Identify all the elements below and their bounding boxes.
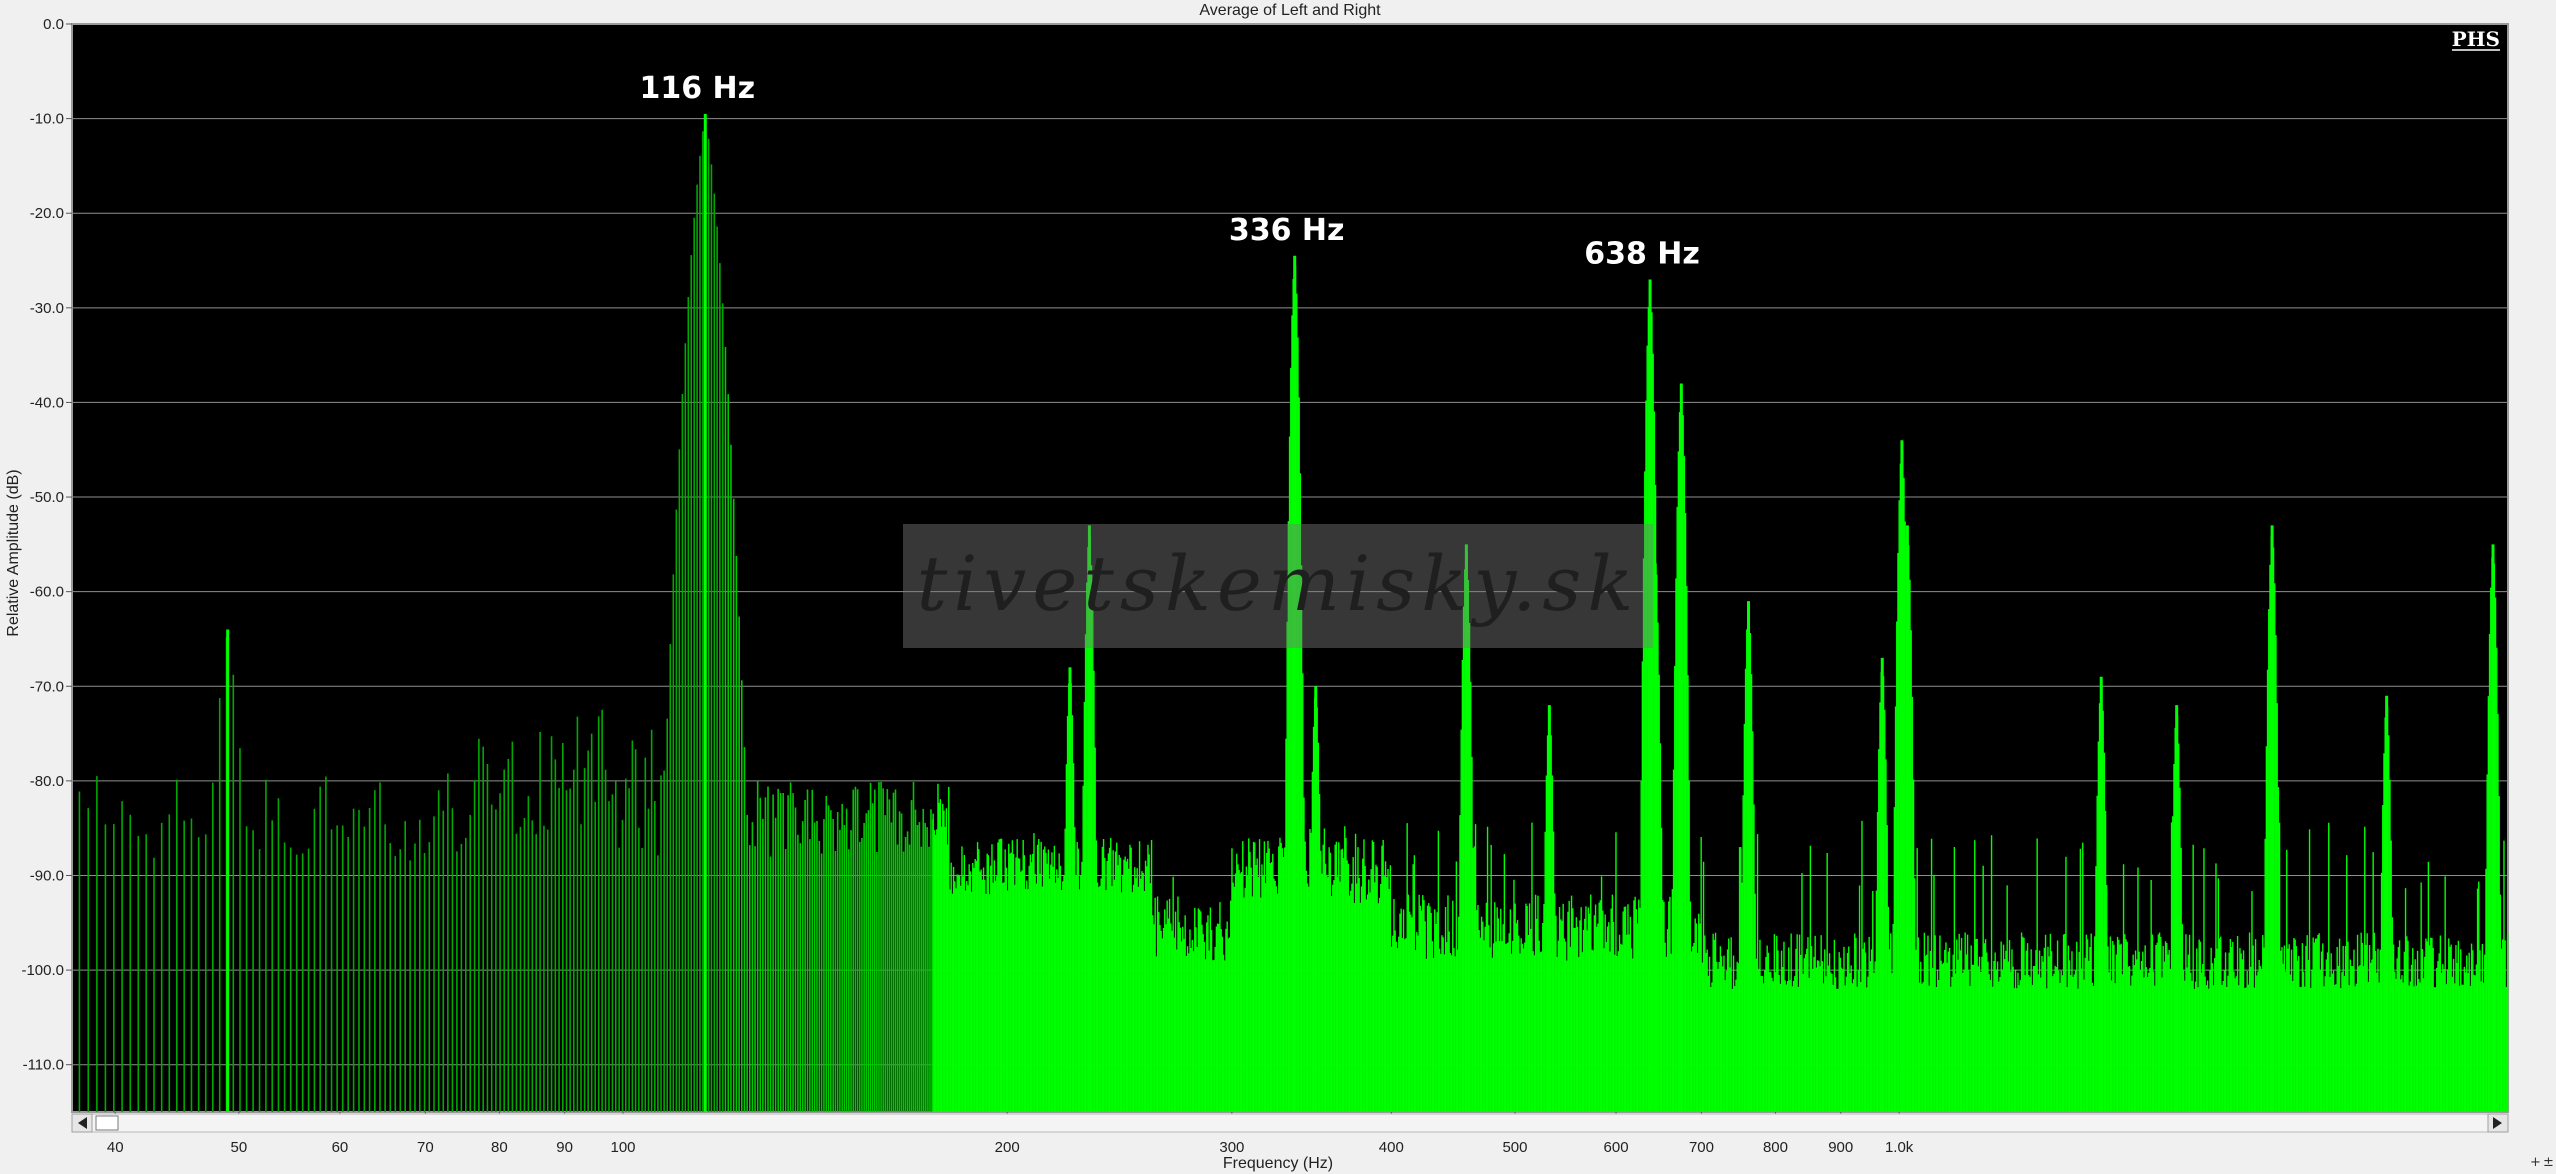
x-tick-label: 300	[1219, 1139, 1244, 1156]
y-tick-label: -60.0	[30, 584, 64, 601]
spectrum-chart: Average of Left and Right 0.0 -10.0 -20.0 -…	[5, 2, 2554, 1172]
y-axis-label: Relative Amplitude (dB)	[5, 469, 22, 636]
x-tick-label: 600	[1604, 1139, 1629, 1156]
y-tick-label: -90.0	[30, 867, 64, 884]
watermark: tivetskemisky.sk	[903, 524, 1653, 648]
x-tick-label: 50	[231, 1139, 248, 1156]
x-tick-label: 60	[332, 1139, 349, 1156]
x-tick-label: 500	[1502, 1139, 1527, 1156]
phs-logo: PHS	[2452, 27, 2500, 51]
svg-text:tivetskemisky.sk: tivetskemisky.sk	[917, 539, 1640, 628]
peak-annotation-label: 116 Hz	[639, 71, 755, 106]
scroll-right-button[interactable]	[2487, 1113, 2509, 1133]
scroll-thumb[interactable]	[95, 1115, 119, 1131]
chart-title: Average of Left and Right	[1199, 2, 1381, 19]
zoom-icons[interactable]: + ±	[2530, 1155, 2554, 1170]
x-tick-label: 900	[1828, 1139, 1853, 1156]
y-tick-label: -30.0	[30, 300, 64, 317]
peak-annotation-label: 638 Hz	[1584, 236, 1700, 271]
y-tick-label: -70.0	[30, 678, 64, 695]
x-tick-label: 200	[995, 1139, 1020, 1156]
y-tick-label: -40.0	[30, 394, 64, 411]
y-tick-label: -50.0	[30, 489, 64, 506]
scroll-left-button[interactable]	[71, 1113, 93, 1133]
horizontal-scrollbar[interactable]	[71, 1113, 2509, 1133]
zoom-in-icon[interactable]: +	[2530, 1155, 2541, 1170]
x-tick-label: 80	[491, 1139, 508, 1156]
x-tick-label: 90	[556, 1139, 573, 1156]
y-tick-label: -100.0	[21, 962, 64, 979]
x-tick-label: 40	[107, 1139, 124, 1156]
y-tick-label: -110.0	[23, 1057, 64, 1074]
y-tick-label: -20.0	[30, 205, 64, 222]
x-tick-label: 1.0k	[1885, 1139, 1914, 1156]
x-tick-label: 800	[1763, 1139, 1788, 1156]
zoom-out-icon[interactable]: ±	[2543, 1155, 2554, 1170]
y-tick-label: 0.0	[43, 16, 64, 33]
x-tick-label: 70	[417, 1139, 434, 1156]
x-tick-label: 700	[1689, 1139, 1714, 1156]
y-axis-ticks: 0.0 -10.0 -20.0 -30.0 -40.0 -50.0 -60.0 -70.0 -8…	[21, 16, 72, 1074]
x-tick-label: 100	[611, 1139, 636, 1156]
y-tick-label: -10.0	[30, 111, 64, 128]
x-tick-label: 400	[1379, 1139, 1404, 1156]
y-tick-label: -80.0	[30, 773, 64, 790]
peak-annotation-label: 336 Hz	[1229, 213, 1345, 248]
x-axis-label: Frequency (Hz)	[1223, 1155, 1333, 1172]
